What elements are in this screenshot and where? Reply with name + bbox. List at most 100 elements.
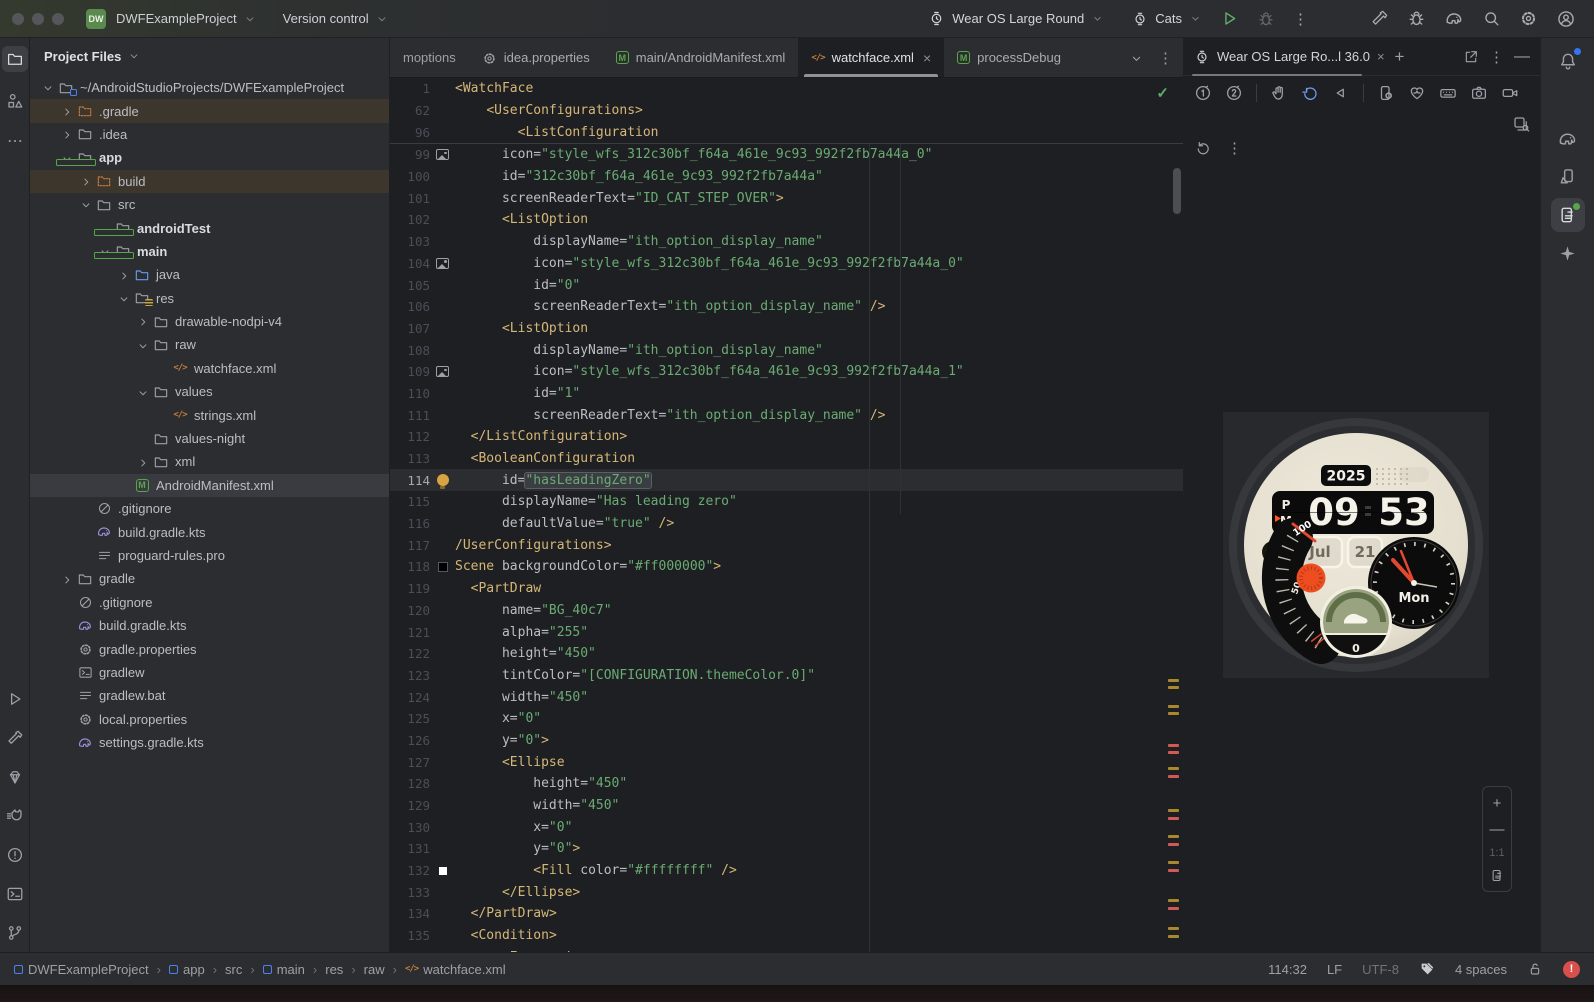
notifications-button[interactable] (1551, 44, 1585, 78)
tree-row[interactable]: ~/AndroidStudioProjects/DWFExampleProjec… (30, 76, 389, 99)
kebab-icon[interactable]: ⋮ (1227, 139, 1242, 157)
tree-row[interactable]: </> watchface.xml (30, 357, 389, 380)
color-swatch-black[interactable] (437, 561, 448, 572)
logcat-button[interactable] (2, 803, 28, 829)
run-config-selector[interactable]: Cats (1132, 11, 1202, 27)
zoom-out-button[interactable]: — (1490, 821, 1505, 838)
code-line[interactable]: 132 <Fill color="#ffffffff" /> (390, 860, 1183, 882)
close-icon[interactable]: × (923, 50, 931, 66)
tree-row[interactable]: values-night (30, 427, 389, 450)
code-line[interactable]: 129 width="450" (390, 795, 1183, 817)
code-line[interactable]: 116 defaultValue="true" /> (390, 513, 1183, 535)
tree-chevron-icon[interactable] (40, 80, 56, 96)
error-stripe-mark[interactable] (1168, 751, 1179, 755)
debug-button[interactable] (1257, 10, 1275, 28)
tree-row[interactable]: app (30, 146, 389, 169)
image-preview-icon[interactable] (436, 149, 449, 161)
editor-tab[interactable]: MprocessDebug (944, 38, 1074, 77)
palm-icon[interactable] (1270, 84, 1288, 102)
zoom-reset-button[interactable]: 1:1 (1489, 847, 1504, 859)
indent-setting[interactable]: 4 spaces (1455, 962, 1507, 977)
build-hammer-icon[interactable] (1370, 9, 1389, 28)
tree-row[interactable]: settings.gradle.kts (30, 731, 389, 754)
tab-options-menu[interactable]: ⋮ (1158, 49, 1173, 67)
tree-row[interactable]: gradle (30, 567, 389, 590)
breadcrumb-item[interactable]: main (262, 962, 305, 977)
code-line[interactable]: 128 height="450" (390, 773, 1183, 795)
caret-position[interactable]: 114:32 (1268, 962, 1307, 977)
close-traffic-light[interactable] (12, 12, 24, 25)
avatar-icon[interactable] (1556, 9, 1576, 29)
more-actions-menu[interactable]: ⋮ (1293, 10, 1308, 28)
breadcrumb-item[interactable]: </> watchface.xml (405, 962, 506, 977)
device-options-menu[interactable]: ⋮ (1489, 48, 1504, 66)
code-line[interactable]: 101 screenReaderText="ID_CAT_STEP_OVER"> (390, 187, 1183, 209)
code-line[interactable]: 126 y="0"> (390, 730, 1183, 752)
screenshot-search-icon[interactable] (1512, 115, 1530, 133)
project-selector[interactable]: DWFExampleProject (116, 11, 257, 26)
code-line[interactable]: 127 <Ellipse (390, 751, 1183, 773)
search-icon[interactable] (1482, 9, 1501, 28)
editor-tab[interactable]: </> watchface.xml × (798, 38, 945, 77)
code-line[interactable]: 124 width="450" (390, 686, 1183, 708)
code-line[interactable]: 120 name="BG_40c7" (390, 600, 1183, 622)
code-line[interactable]: 102 <ListOption (390, 209, 1183, 231)
tree-row[interactable]: androidTest (30, 216, 389, 239)
rotate-icon[interactable] (1301, 84, 1319, 102)
tree-chevron-icon[interactable] (135, 454, 151, 470)
warning-stripe-mark[interactable] (1168, 899, 1179, 903)
intention-bulb-icon[interactable] (436, 474, 449, 490)
breadcrumb-item[interactable]: app (168, 962, 205, 977)
warning-stripe-mark[interactable] (1168, 686, 1179, 690)
editor-tab[interactable]: Mmain/AndroidManifest.xml (603, 38, 799, 77)
project-tool-button[interactable] (1, 46, 28, 72)
code-line[interactable]: 62 <UserConfigurations> (390, 100, 1183, 122)
tree-chevron-icon[interactable] (116, 267, 132, 283)
tree-row[interactable]: .idea (30, 123, 389, 146)
breadcrumb-item[interactable]: raw (364, 962, 385, 977)
minimize-traffic-light[interactable] (32, 12, 44, 25)
tag-icon[interactable] (1419, 961, 1435, 977)
error-stripe-mark[interactable] (1168, 775, 1179, 779)
device-settings-icon[interactable] (1377, 84, 1395, 102)
code-line[interactable]: 133 </Ellipse> (390, 881, 1183, 903)
tree-row[interactable]: .gitignore (30, 591, 389, 614)
code-editor[interactable]: 99 icon="style_wfs_312c30bf_f64a_461e_9c… (390, 144, 1183, 952)
code-line[interactable]: 114 id="hasLeadingZero" (390, 469, 1183, 492)
warning-stripe-mark[interactable] (1168, 927, 1179, 931)
code-line[interactable]: 96 <ListConfiguration (390, 121, 1183, 143)
code-line[interactable]: 105 id="0" (390, 274, 1183, 296)
code-line[interactable]: 109 icon="style_wfs_312c30bf_f64a_461e_9… (390, 361, 1183, 383)
inspections-ok-icon[interactable]: ✓ (1156, 84, 1169, 102)
problems-button[interactable] (2, 842, 28, 868)
device-tab[interactable]: Wear OS Large Ro...l 36.0 × (1194, 49, 1385, 65)
error-stripe-mark[interactable] (1168, 843, 1179, 847)
add-device-button[interactable]: + (1395, 47, 1405, 67)
error-stripe-mark[interactable] (1168, 744, 1179, 748)
health-icon[interactable] (1408, 84, 1426, 102)
code-line[interactable]: 134 </PartDraw> (390, 903, 1183, 925)
tree-chevron-icon[interactable] (78, 173, 94, 189)
tree-row[interactable]: gradlew (30, 661, 389, 684)
warning-stripe-mark[interactable] (1168, 767, 1179, 771)
error-stripe-mark[interactable] (1168, 817, 1179, 821)
code-line[interactable]: 111 screenReaderText="ith_option_display… (390, 404, 1183, 426)
button1-icon[interactable] (1194, 84, 1212, 102)
code-line[interactable]: 135 <Condition> (390, 925, 1183, 947)
tree-row[interactable]: raw (30, 333, 389, 356)
tree-chevron-icon[interactable] (59, 571, 75, 587)
device-selector[interactable]: Wear OS Large Round (928, 10, 1104, 27)
camera-icon[interactable] (1470, 84, 1488, 102)
open-in-window-icon[interactable] (1463, 49, 1479, 65)
tab-list-chevron[interactable] (1129, 49, 1144, 65)
gradle-panel-button[interactable] (1551, 122, 1585, 156)
error-indicator[interactable]: ! (1563, 960, 1580, 978)
tree-chevron-icon[interactable] (135, 314, 151, 330)
tree-row[interactable]: drawable-nodpi-v4 (30, 310, 389, 333)
code-line[interactable]: 108 displayName="ith_option_display_name… (390, 339, 1183, 361)
running-devices-button[interactable] (1550, 198, 1585, 232)
tree-row[interactable]: build.gradle.kts (30, 520, 389, 543)
gemini-button[interactable] (1551, 236, 1585, 270)
hide-panel-button[interactable]: — (1514, 48, 1530, 66)
structure-tool-button[interactable] (2, 88, 28, 114)
